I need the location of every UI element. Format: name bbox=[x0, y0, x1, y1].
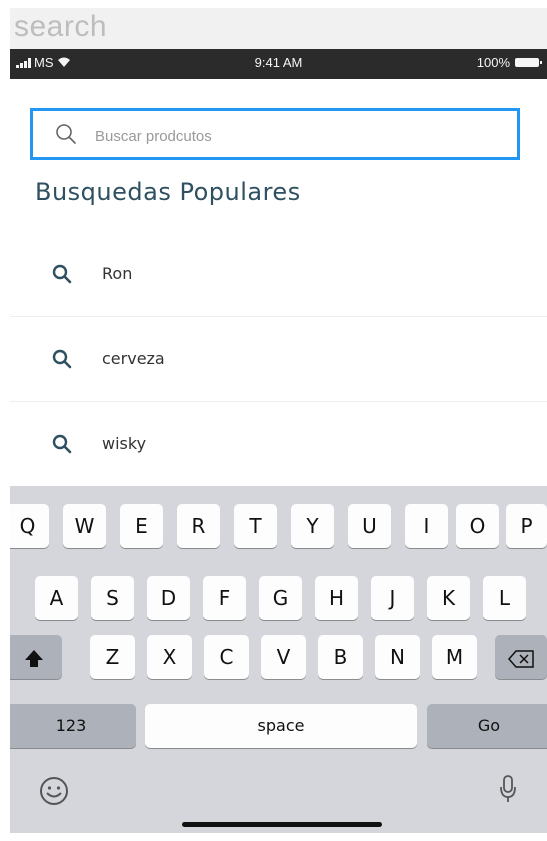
list-item-label: Ron bbox=[102, 264, 133, 283]
search-icon bbox=[52, 349, 72, 369]
backspace-icon bbox=[508, 649, 534, 668]
microphone-icon[interactable] bbox=[498, 773, 518, 805]
key-a[interactable]: A bbox=[35, 576, 78, 620]
list-item-label: wisky bbox=[102, 434, 147, 453]
list-item-wisky[interactable]: wisky bbox=[10, 402, 547, 486]
status-bar: MS 9:41 AM 100% bbox=[10, 49, 547, 79]
space-key[interactable]: space bbox=[145, 704, 417, 748]
key-b[interactable]: B bbox=[318, 635, 363, 679]
key-e[interactable]: E bbox=[120, 504, 163, 548]
key-w[interactable]: W bbox=[63, 504, 106, 548]
key-s[interactable]: S bbox=[91, 576, 134, 620]
main-content: Busquedas Populares Ron cerveza wisky bbox=[10, 79, 547, 489]
key-y[interactable]: Y bbox=[291, 504, 334, 548]
go-key[interactable]: Go bbox=[427, 704, 547, 748]
key-q[interactable]: Q bbox=[10, 504, 49, 548]
key-d[interactable]: D bbox=[147, 576, 190, 620]
search-icon bbox=[52, 264, 72, 284]
app-frame: search MS 9:41 AM 100% Busquedas Popular… bbox=[10, 8, 547, 833]
key-v[interactable]: V bbox=[261, 635, 306, 679]
key-n[interactable]: N bbox=[375, 635, 420, 679]
key-k[interactable]: K bbox=[427, 576, 470, 620]
key-j[interactable]: J bbox=[371, 576, 414, 620]
list-item-ron[interactable]: Ron bbox=[10, 232, 547, 317]
battery-icon bbox=[515, 58, 542, 67]
list-item-label: cerveza bbox=[102, 349, 165, 368]
search-icon bbox=[52, 434, 72, 454]
section-title: Busquedas Populares bbox=[35, 178, 301, 206]
backspace-key[interactable] bbox=[495, 635, 547, 679]
key-f[interactable]: F bbox=[203, 576, 246, 620]
key-p[interactable]: P bbox=[506, 504, 547, 548]
key-m[interactable]: M bbox=[432, 635, 477, 679]
search-box[interactable] bbox=[30, 108, 520, 160]
key-h[interactable]: H bbox=[315, 576, 358, 620]
key-z[interactable]: Z bbox=[90, 635, 135, 679]
home-indicator bbox=[182, 822, 382, 827]
key-l[interactable]: L bbox=[483, 576, 526, 620]
key-c[interactable]: C bbox=[204, 635, 249, 679]
key-i[interactable]: I bbox=[405, 504, 448, 548]
status-right: 100% bbox=[476, 55, 542, 70]
battery-percent: 100% bbox=[476, 55, 510, 70]
key-t[interactable]: T bbox=[234, 504, 277, 548]
key-o[interactable]: O bbox=[456, 504, 499, 548]
popular-search-list: Ron cerveza wisky bbox=[10, 232, 547, 486]
key-g[interactable]: G bbox=[259, 576, 302, 620]
key-x[interactable]: X bbox=[147, 635, 192, 679]
shift-key[interactable] bbox=[10, 635, 62, 679]
emoji-icon[interactable] bbox=[38, 775, 70, 807]
page-label: search bbox=[14, 10, 108, 43]
key-u[interactable]: U bbox=[348, 504, 391, 548]
numbers-key[interactable]: 123 bbox=[10, 704, 136, 748]
search-input[interactable] bbox=[93, 121, 497, 151]
status-time: 9:41 AM bbox=[254, 55, 303, 70]
shift-icon bbox=[25, 649, 43, 667]
keyboard: Q W E R T Y U I O P A S D F G H J K L Z … bbox=[10, 486, 547, 833]
list-item-cerveza[interactable]: cerveza bbox=[10, 317, 547, 402]
key-r[interactable]: R bbox=[177, 504, 220, 548]
search-icon bbox=[56, 124, 76, 144]
